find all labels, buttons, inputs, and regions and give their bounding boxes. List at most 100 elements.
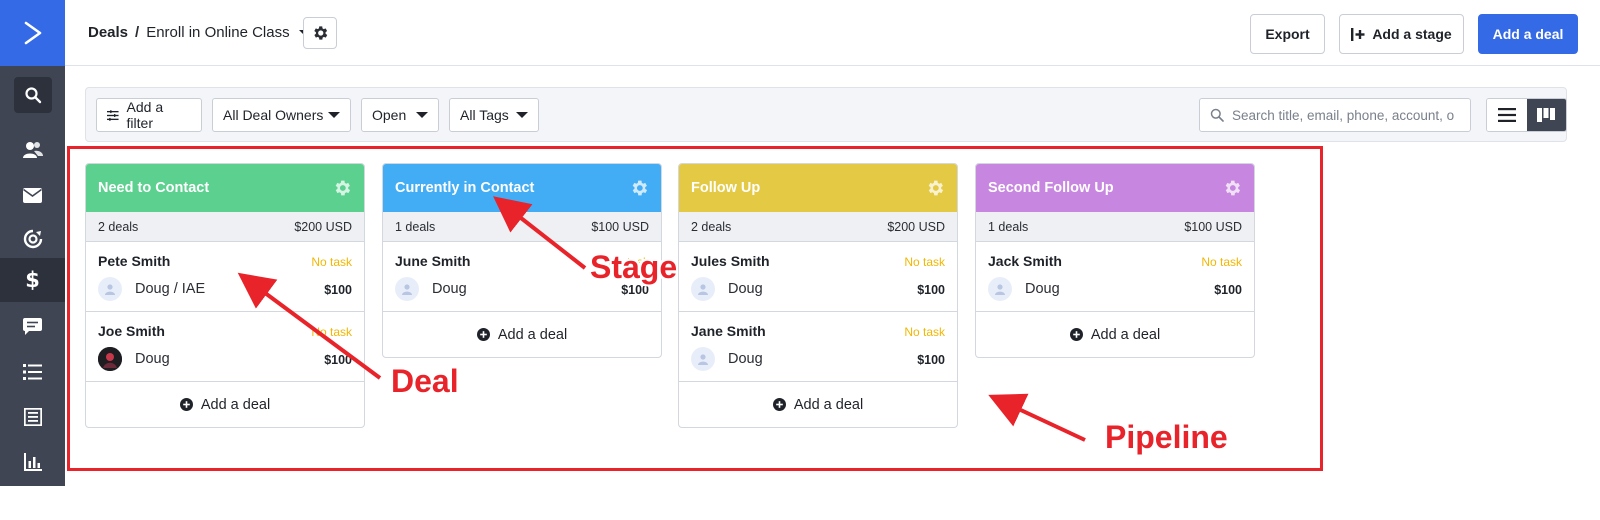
deal-task-status[interactable]: No task (311, 325, 352, 339)
add-filter-button[interactable]: Add a filter (96, 98, 202, 132)
logo[interactable] (0, 0, 65, 66)
deal-title[interactable]: Pete Smith (98, 253, 170, 269)
search-input[interactable] (1232, 107, 1462, 123)
deal-title[interactable]: Joe Smith (98, 323, 165, 339)
stage-title: Follow Up (691, 180, 761, 196)
deal-status-dropdown[interactable]: Open (361, 98, 439, 132)
stage-settings-button[interactable] (332, 178, 352, 198)
deal-owner-name: Doug (1025, 281, 1060, 297)
deal-value: $100 (324, 353, 352, 367)
breadcrumb-separator: / (135, 24, 140, 41)
stage-settings-button[interactable] (629, 178, 649, 198)
deal-card[interactable]: Jules Smith No task Doug $100 (679, 242, 957, 312)
chevron-down-icon (328, 112, 340, 118)
chevron-right-logo-icon (24, 21, 41, 45)
sidebar-item-lists[interactable] (0, 350, 65, 394)
stage-summary: 2 deals $200 USD (679, 212, 957, 242)
pipeline-arrow (988, 393, 1086, 442)
stage-header[interactable]: Follow Up (679, 164, 957, 212)
deal-task-status[interactable]: No task (311, 255, 352, 269)
add-deal-label: Add a deal (1090, 326, 1161, 343)
gear-icon (632, 180, 648, 196)
deal-title[interactable]: Jane Smith (691, 323, 766, 339)
add-column-icon (1351, 27, 1365, 41)
user-avatar-icon (402, 284, 412, 295)
automation-icon (23, 229, 42, 249)
sidebar-item-conversations[interactable] (0, 305, 65, 349)
add-deal-label: Add a deal (200, 396, 271, 413)
list-view-icon (1497, 108, 1516, 122)
tags-dropdown[interactable]: All Tags (449, 98, 539, 132)
stage-column: Second Follow Up 1 deals $100 USD Jack Smit… (975, 163, 1255, 358)
stage-settings-button[interactable] (1222, 178, 1242, 198)
chevron-down-icon (416, 112, 428, 118)
view-toggle (1486, 98, 1567, 132)
stage-header[interactable]: Currently in Contact (383, 164, 661, 212)
stage-annotation-label: Stage (590, 249, 678, 285)
add-deal-label: Add a deal (497, 326, 568, 343)
sidebar-item-forms[interactable] (0, 395, 65, 439)
deal-title[interactable]: Jules Smith (691, 253, 770, 269)
avatar (98, 277, 122, 301)
filter-bar: Add a filter All Deal Owners Open All Ta… (85, 87, 1567, 142)
stage-add-deal-button[interactable]: Add a deal (976, 312, 1254, 357)
deal-search-field[interactable] (1199, 98, 1471, 132)
page-background (0, 486, 1600, 520)
list-view-button[interactable] (1487, 99, 1527, 131)
stage-column: Follow Up 2 deals $200 USD Jules Smith No ta… (678, 163, 958, 428)
plus-circle-icon (1069, 328, 1083, 341)
stage-settings-button[interactable] (925, 178, 945, 198)
plus-circle-icon (476, 328, 490, 341)
board-view-button[interactable] (1526, 99, 1566, 131)
gear-icon (1225, 180, 1241, 196)
deal-card[interactable]: Pete Smith No task Doug / IAE $100 (86, 242, 364, 312)
stage-column: Need to Contact 2 deals $200 USD Pete Smith… (85, 163, 365, 428)
avatar (98, 347, 122, 371)
app-window: $ Deals / Enroll in Online Class Export … (0, 0, 1600, 486)
sidebar-item-campaigns[interactable] (0, 173, 65, 217)
deal-title[interactable]: Jack Smith (988, 253, 1062, 269)
deal-owner: Doug (691, 277, 763, 301)
deal-task-status[interactable]: No task (904, 325, 945, 339)
stage-summary: 2 deals $200 USD (86, 212, 364, 242)
deal-card[interactable]: Jane Smith No task Doug $100 (679, 312, 957, 382)
sidebar-item-automations[interactable] (0, 217, 65, 261)
deal-card[interactable]: Jack Smith No task Doug $100 (976, 242, 1254, 312)
breadcrumb-deals-link[interactable]: Deals (88, 24, 128, 41)
add-stage-button[interactable]: Add a stage (1339, 14, 1464, 54)
sidebar-item-contacts[interactable] (0, 128, 65, 172)
stage-add-deal-button[interactable]: Add a deal (679, 382, 957, 427)
add-deal-button[interactable]: Add a deal (1478, 14, 1578, 54)
deal-card[interactable]: Joe Smith No task Doug $100 (86, 312, 364, 382)
add-stage-label: Add a stage (1372, 26, 1452, 42)
gear-icon (314, 26, 328, 40)
pipeline-settings-button[interactable] (303, 17, 337, 49)
breadcrumb: Deals / Enroll in Online Class (88, 24, 311, 41)
deal-task-status[interactable]: No task (904, 255, 945, 269)
deal-owners-dropdown[interactable]: All Deal Owners (212, 98, 351, 132)
deal-task-status[interactable]: No task (1201, 255, 1242, 269)
plus-circle-icon (772, 398, 786, 411)
search-icon (1210, 108, 1224, 122)
plus-circle-icon (179, 398, 193, 411)
stage-header[interactable]: Second Follow Up (976, 164, 1254, 212)
pipeline-selector[interactable]: Enroll in Online Class (146, 24, 289, 41)
sidebar-item-deals[interactable]: $ (0, 258, 65, 302)
deal-owner-name: Doug (728, 281, 763, 297)
stage-add-deal-button[interactable]: Add a deal (86, 382, 364, 427)
stage-total-value: $200 USD (887, 219, 945, 234)
export-button[interactable]: Export (1250, 14, 1325, 54)
avatar (988, 277, 1012, 301)
gear-icon (928, 180, 944, 196)
stage-deal-count: 2 deals (98, 219, 139, 234)
stage-title: Need to Contact (98, 180, 210, 196)
deal-owners-value: All Deal Owners (223, 107, 324, 123)
sidebar-item-reports[interactable] (0, 440, 65, 484)
sidebar-item-search[interactable] (0, 73, 65, 117)
stage-add-deal-button[interactable]: Add a deal (383, 312, 661, 357)
deal-title[interactable]: June Smith (395, 253, 470, 269)
form-icon (23, 408, 42, 426)
stage-header[interactable]: Need to Contact (86, 164, 364, 212)
deal-owner: Doug (988, 277, 1060, 301)
user-avatar-icon (995, 284, 1005, 295)
